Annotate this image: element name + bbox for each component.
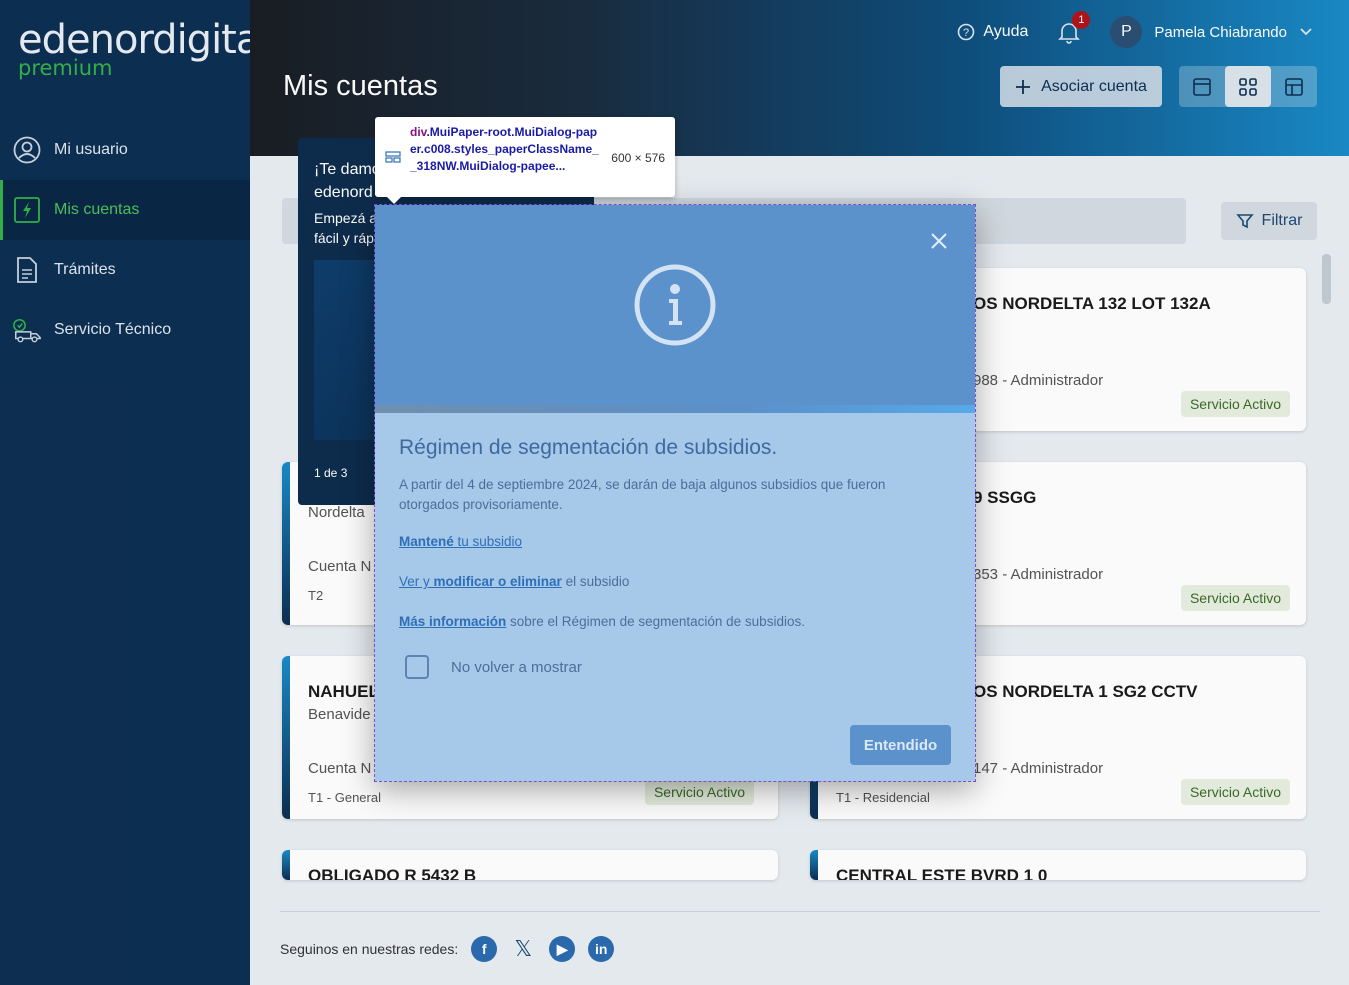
dialog-hero xyxy=(375,205,975,405)
close-icon[interactable] xyxy=(929,231,949,251)
devtools-size: 600 × 576 xyxy=(611,151,665,165)
link-bold: Mantené xyxy=(399,534,454,549)
dont-show-again-checkbox[interactable] xyxy=(405,655,429,679)
mas-informacion-link[interactable]: Más información xyxy=(399,614,506,629)
link-tail: el subsidio xyxy=(561,574,630,589)
element-box-icon xyxy=(385,151,401,163)
dialog-text: A partir del 4 de septiembre 2024, se da… xyxy=(399,477,886,512)
dialog-title: Régimen de segmentación de subsidios. xyxy=(399,436,778,459)
devtools-selector: div.MuiPaper-root.MuiDialog-paper.c008.s… xyxy=(410,124,600,175)
link-row-info: Más información sobre el Régimen de segm… xyxy=(399,614,805,629)
dialog-hero-bar xyxy=(375,405,975,413)
dont-show-again-label: No volver a mostrar xyxy=(451,658,582,676)
link-bold: modificar o eliminar xyxy=(433,574,562,589)
devtools-classes: .MuiPaper-root.MuiDialog-paper.c008.styl… xyxy=(410,125,599,173)
dont-show-again: No volver a mostrar xyxy=(405,655,582,679)
link-tail: sobre el Régimen de segmentación de subs… xyxy=(506,614,805,629)
mantene-subsidio-link[interactable]: Mantené tu subsidio xyxy=(399,534,522,549)
entendido-button[interactable]: Entendido xyxy=(850,725,951,765)
link-bold: Más información xyxy=(399,614,507,629)
link-row-modificar: Ver y modificar o eliminar el subsidio xyxy=(399,574,629,589)
devtools-tooltip: div.MuiPaper-root.MuiDialog-paper.c008.s… xyxy=(375,117,675,204)
devtools-tag: div xyxy=(410,125,427,139)
subsidy-dialog: Régimen de segmentación de subsidios. A … xyxy=(374,204,976,782)
link-rest: tu subsidio xyxy=(453,534,523,549)
link-rest: Ver y xyxy=(399,574,434,589)
info-icon xyxy=(634,264,716,346)
modificar-subsidio-link[interactable]: Ver y modificar o eliminar xyxy=(399,574,562,589)
link-row-mantene: Mantené tu subsidio xyxy=(399,534,522,549)
